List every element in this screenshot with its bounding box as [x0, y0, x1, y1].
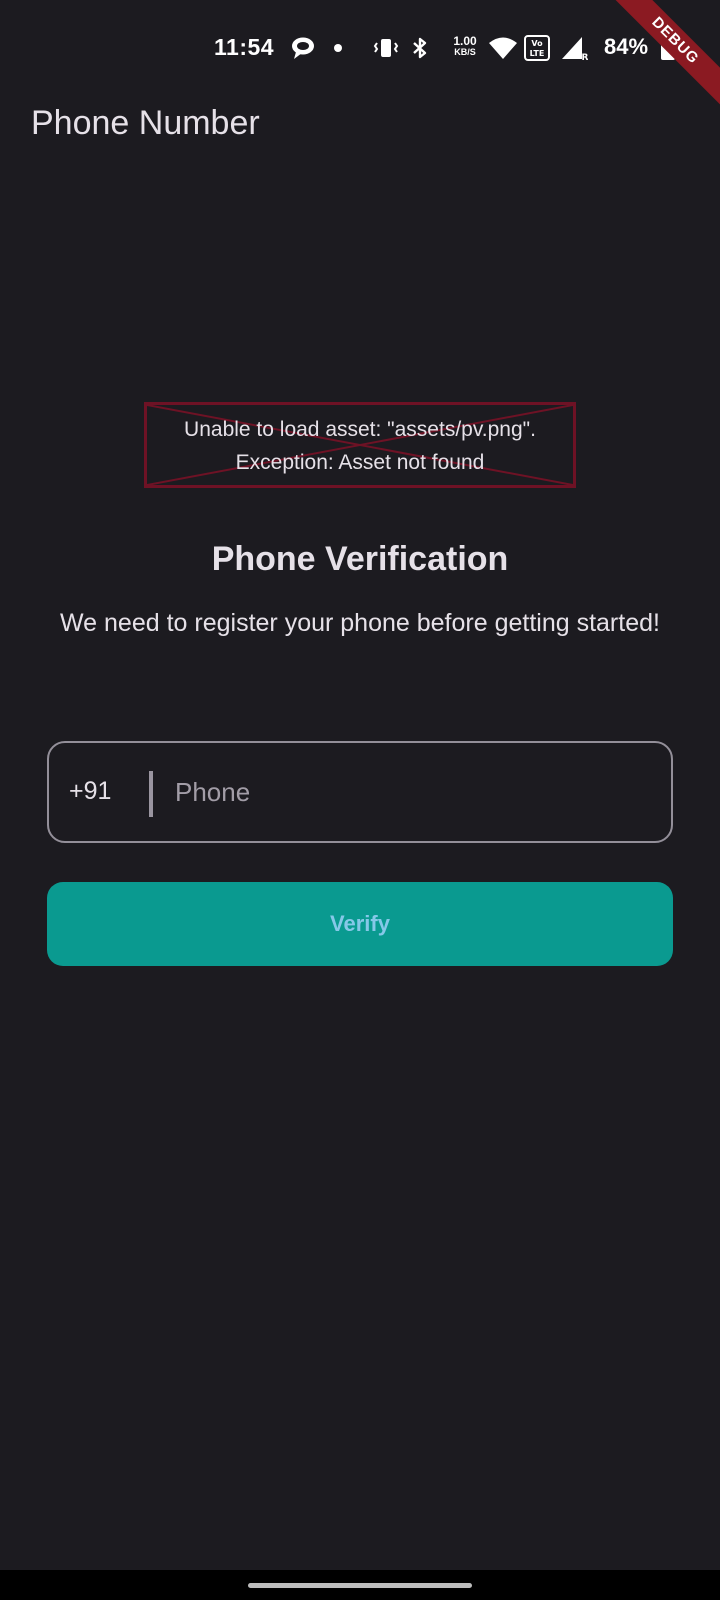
- net-speed: 1.00 KB/S: [448, 34, 482, 58]
- phone-verification-description: We need to register your phone before ge…: [60, 609, 660, 637]
- country-code: +91: [69, 777, 112, 805]
- verify-button[interactable]: Verify: [47, 882, 673, 966]
- net-speed-value: 1.00: [453, 34, 477, 48]
- svg-text:LTE: LTE: [530, 49, 545, 58]
- phone-input[interactable]: [175, 765, 645, 819]
- broken-image-placeholder: Unable to load asset: "assets/pv.png". E…: [144, 402, 576, 488]
- dot-icon: [333, 36, 343, 60]
- page-title: Phone Number: [31, 104, 260, 142]
- bluetooth-icon: [410, 36, 430, 60]
- wifi-icon: [488, 36, 518, 60]
- debug-banner: DEBUG: [600, 0, 720, 120]
- volte-icon: Vo LTE: [524, 35, 550, 61]
- svg-text:R: R: [582, 53, 588, 61]
- asset-error-message: Unable to load asset: "assets/pv.png". E…: [147, 413, 573, 479]
- navigation-bar: [0, 1570, 720, 1600]
- home-gesture-handle[interactable]: [248, 1583, 472, 1588]
- asset-error-line-1: Unable to load asset: "assets/pv.png".: [184, 418, 536, 441]
- status-time: 11:54: [214, 34, 275, 60]
- net-speed-unit: KB/S: [454, 47, 476, 57]
- svg-text:Vo: Vo: [531, 39, 543, 48]
- phone-input-field[interactable]: +91: [47, 741, 673, 843]
- debug-banner-label: DEBUG: [605, 0, 720, 111]
- phone-verification-heading: Phone Verification: [211, 540, 509, 578]
- field-divider: [149, 771, 153, 817]
- signal-icon: R: [560, 36, 588, 61]
- vibrate-icon: [372, 36, 400, 60]
- chat-bubble-icon: [290, 36, 316, 60]
- asset-error-line-2: Exception: Asset not found: [235, 451, 485, 474]
